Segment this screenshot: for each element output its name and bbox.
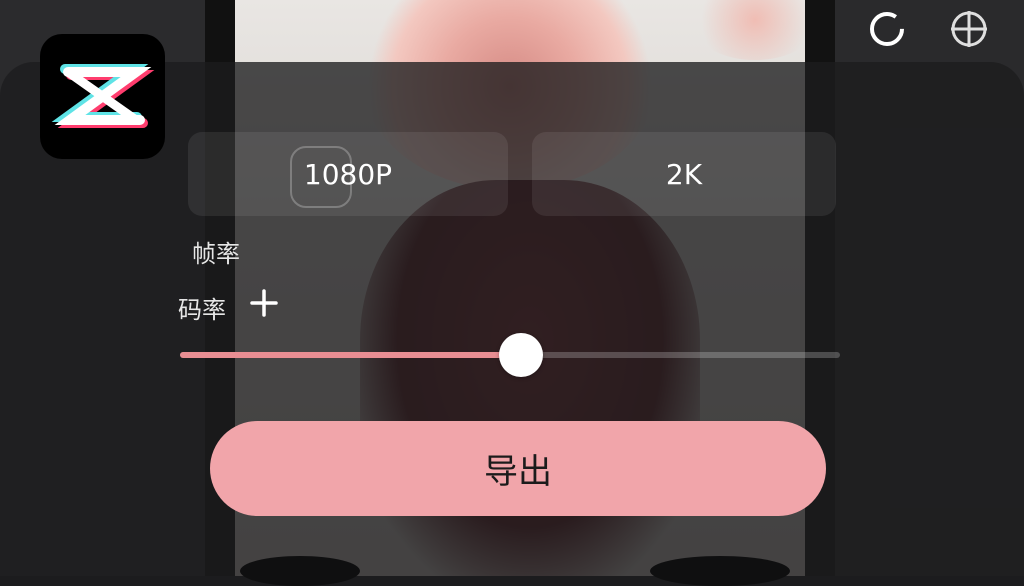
capcut-logo-icon bbox=[40, 34, 165, 159]
bitrate-slider[interactable] bbox=[180, 333, 840, 377]
frame-rate-label: 帧率 bbox=[192, 240, 240, 268]
crosshair-target-icon[interactable] bbox=[948, 8, 990, 50]
plus-icon[interactable] bbox=[248, 287, 280, 319]
bottom-control-shape bbox=[650, 556, 790, 586]
refresh-circle-icon[interactable] bbox=[866, 8, 908, 50]
bottom-control-shape bbox=[240, 556, 360, 586]
slider-thumb[interactable] bbox=[498, 333, 543, 377]
resolution-option-1080p[interactable]: 1080P bbox=[188, 132, 508, 216]
bitrate-label: 码率 bbox=[178, 296, 226, 324]
slider-fill bbox=[180, 352, 521, 358]
export-button[interactable]: 导出 bbox=[210, 421, 826, 516]
resolution-option-2k[interactable]: 2K bbox=[532, 132, 836, 216]
export-button-label: 导出 bbox=[484, 452, 552, 492]
resolution-option-label: 1080P bbox=[303, 157, 393, 191]
resolution-option-label: 2K bbox=[665, 157, 703, 191]
